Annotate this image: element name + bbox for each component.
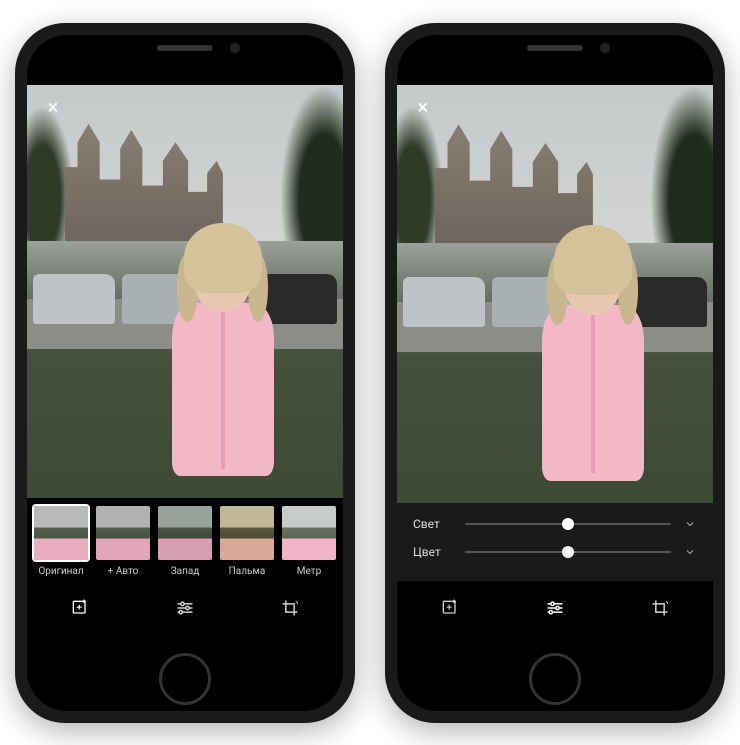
phone-left: × xyxy=(15,23,355,723)
slider-thumb[interactable] xyxy=(562,518,574,530)
filter-original[interactable]: Оригинал xyxy=(33,506,89,577)
filter-palm[interactable]: Пальма xyxy=(219,506,275,577)
home-button[interactable] xyxy=(529,653,581,705)
close-button[interactable]: × xyxy=(41,95,65,119)
phone-speaker xyxy=(157,45,213,51)
sparkle-plus-icon[interactable] xyxy=(439,597,461,619)
filter-auto[interactable]: + Авто xyxy=(95,506,151,577)
phone-screen-frame: × xyxy=(397,35,713,711)
bottom-toolbar xyxy=(27,581,343,631)
close-icon: × xyxy=(48,95,59,119)
home-button[interactable] xyxy=(159,653,211,705)
slider-label: Свет xyxy=(413,517,453,531)
chevron-down-icon[interactable] xyxy=(683,518,697,530)
phone-camera xyxy=(230,43,240,53)
bottom-toolbar xyxy=(397,581,713,631)
filter-label: + Авто xyxy=(108,566,139,577)
crop-rotate-icon[interactable] xyxy=(649,597,671,619)
crop-rotate-icon[interactable] xyxy=(279,597,301,619)
filter-label: Запад xyxy=(171,566,200,577)
photo-canvas[interactable] xyxy=(27,85,343,498)
phone-speaker xyxy=(527,45,583,51)
slider-track[interactable] xyxy=(465,551,671,553)
slider-color[interactable]: Цвет xyxy=(413,545,697,559)
sliders-icon[interactable] xyxy=(544,597,566,619)
editor-screen: × xyxy=(27,85,343,631)
phone-camera xyxy=(600,43,610,53)
sliders-icon[interactable] xyxy=(174,597,196,619)
chevron-down-icon[interactable] xyxy=(683,546,697,558)
phone-right: × xyxy=(385,23,725,723)
slider-track[interactable] xyxy=(465,523,671,525)
edited-photo xyxy=(397,85,713,503)
slider-label: Цвет xyxy=(413,545,453,559)
filter-strip[interactable]: Оригинал + Авто Запад Пальма Метр xyxy=(27,498,343,581)
slider-light[interactable]: Свет xyxy=(413,517,697,531)
sparkle-plus-icon[interactable] xyxy=(69,597,91,619)
filter-metro[interactable]: Метр xyxy=(281,506,337,577)
close-icon: × xyxy=(418,95,429,119)
filter-label: Пальма xyxy=(229,566,266,577)
edited-photo xyxy=(27,85,343,498)
adjust-panel: Свет Цвет xyxy=(397,503,713,581)
editor-screen: × xyxy=(397,85,713,631)
phone-screen-frame: × xyxy=(27,35,343,711)
filter-label: Оригинал xyxy=(38,566,83,577)
filter-west[interactable]: Запад xyxy=(157,506,213,577)
photo-canvas[interactable] xyxy=(397,85,713,503)
filter-label: Метр xyxy=(297,566,321,577)
close-button[interactable]: × xyxy=(411,95,435,119)
slider-thumb[interactable] xyxy=(562,546,574,558)
